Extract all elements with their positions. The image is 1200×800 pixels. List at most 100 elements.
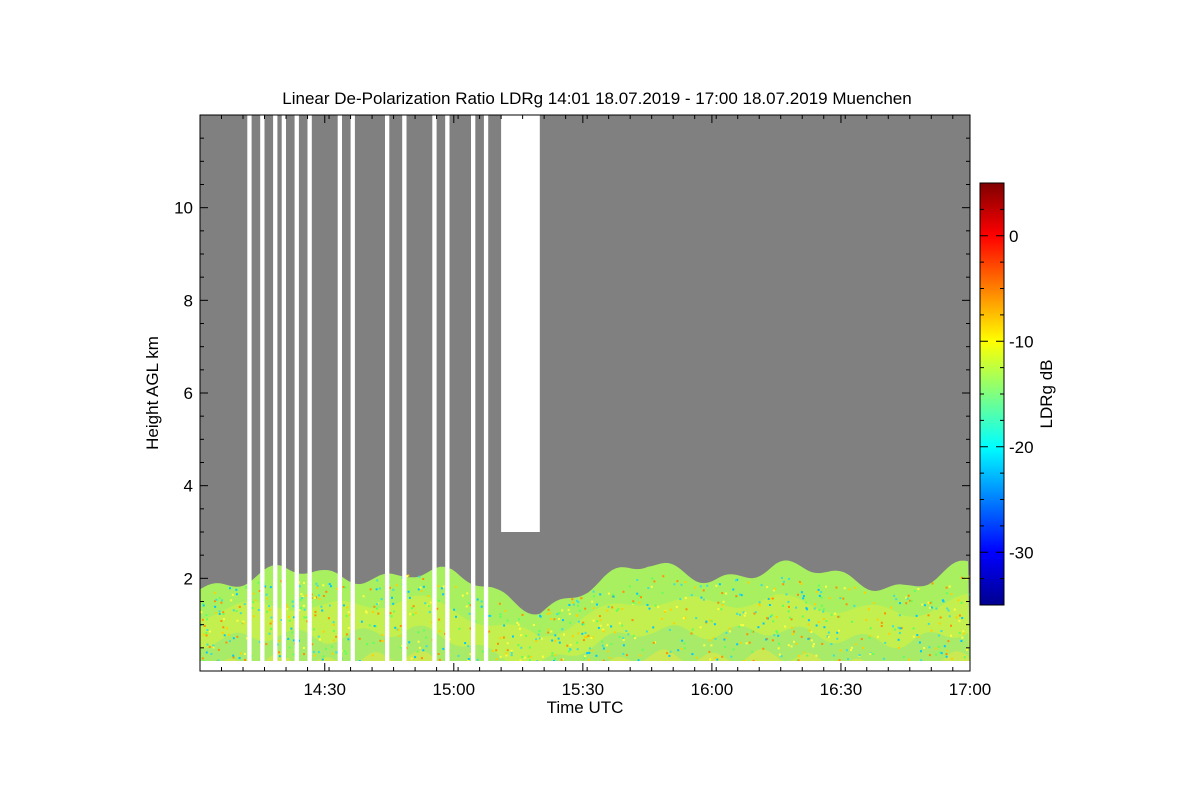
signal-speckle bbox=[510, 654, 513, 657]
signal-speckle bbox=[884, 612, 886, 615]
signal-speckle bbox=[808, 629, 811, 632]
signal-speckle bbox=[317, 594, 320, 597]
signal-speckle bbox=[646, 604, 649, 606]
signal-speckle bbox=[738, 625, 741, 628]
signal-speckle bbox=[228, 640, 231, 643]
signal-speckle bbox=[669, 650, 672, 653]
signal-speckle bbox=[673, 622, 675, 625]
signal-speckle bbox=[801, 615, 804, 618]
signal-speckle bbox=[960, 601, 963, 604]
signal-speckle bbox=[610, 625, 613, 628]
signal-speckle bbox=[939, 616, 942, 619]
signal-speckle bbox=[300, 593, 303, 596]
signal-speckle bbox=[392, 588, 395, 591]
signal-speckle bbox=[222, 611, 225, 614]
signal-speckle bbox=[535, 640, 538, 643]
signal-speckle bbox=[376, 579, 379, 582]
signal-speckle bbox=[428, 611, 431, 614]
signal-speckle bbox=[628, 585, 631, 588]
signal-speckle bbox=[235, 610, 238, 613]
signal-speckle bbox=[945, 586, 948, 589]
signal-speckle bbox=[325, 647, 328, 650]
signal-speckle bbox=[583, 657, 586, 660]
signal-speckle bbox=[853, 604, 856, 607]
signal-speckle bbox=[343, 650, 346, 653]
signal-speckle bbox=[882, 657, 885, 660]
signal-speckle bbox=[520, 634, 523, 637]
signal-speckle bbox=[893, 628, 896, 631]
signal-speckle bbox=[742, 611, 745, 614]
data-gap bbox=[432, 115, 437, 667]
signal-speckle bbox=[765, 638, 767, 641]
signal-speckle bbox=[553, 639, 556, 642]
signal-speckle bbox=[961, 617, 964, 619]
signal-speckle bbox=[651, 577, 654, 580]
signal-speckle bbox=[373, 605, 376, 608]
signal-speckle bbox=[958, 614, 961, 617]
signal-speckle bbox=[769, 597, 772, 600]
signal-speckle bbox=[708, 650, 711, 653]
signal-speckle bbox=[550, 630, 553, 633]
signal-speckle bbox=[303, 653, 305, 656]
signal-speckle bbox=[691, 653, 694, 656]
signal-speckle bbox=[748, 641, 751, 644]
signal-speckle bbox=[313, 628, 315, 631]
signal-speckle bbox=[569, 621, 572, 624]
data-gap bbox=[294, 115, 299, 667]
signal-speckle bbox=[418, 646, 421, 649]
signal-speckle bbox=[345, 633, 348, 636]
signal-speckle bbox=[318, 638, 321, 641]
signal-speckle bbox=[568, 647, 571, 650]
signal-speckle bbox=[584, 631, 587, 634]
signal-speckle bbox=[268, 605, 270, 608]
signal-speckle bbox=[218, 597, 221, 600]
signal-speckle bbox=[397, 628, 400, 631]
signal-speckle bbox=[205, 631, 208, 634]
signal-speckle bbox=[548, 612, 551, 615]
signal-speckle bbox=[412, 613, 415, 616]
signal-speckle bbox=[773, 587, 776, 590]
signal-speckle bbox=[681, 639, 684, 642]
signal-speckle bbox=[235, 588, 238, 591]
signal-speckle bbox=[735, 595, 738, 598]
signal-speckle bbox=[854, 586, 857, 589]
signal-speckle bbox=[368, 624, 371, 627]
signal-speckle bbox=[332, 623, 335, 626]
signal-speckle bbox=[517, 644, 520, 647]
signal-speckle bbox=[820, 604, 823, 607]
signal-speckle bbox=[271, 620, 274, 623]
signal-speckle bbox=[438, 630, 441, 633]
signal-speckle bbox=[554, 657, 556, 660]
signal-speckle bbox=[612, 595, 615, 598]
signal-speckle bbox=[201, 657, 204, 660]
signal-speckle bbox=[738, 593, 741, 596]
signal-speckle bbox=[342, 604, 345, 607]
signal-speckle bbox=[521, 613, 524, 616]
signal-speckle bbox=[945, 592, 948, 595]
signal-speckle bbox=[495, 649, 498, 652]
signal-speckle bbox=[302, 646, 305, 649]
signal-speckle bbox=[257, 609, 260, 611]
signal-speckle bbox=[787, 644, 790, 647]
signal-speckle bbox=[331, 652, 334, 655]
signal-speckle bbox=[303, 616, 306, 619]
signal-speckle bbox=[291, 631, 294, 634]
signal-speckle bbox=[778, 642, 780, 645]
signal-speckle bbox=[302, 604, 305, 607]
signal-speckle bbox=[625, 630, 628, 632]
signal-speckle bbox=[342, 586, 345, 588]
signal-speckle bbox=[610, 643, 613, 646]
signal-speckle bbox=[685, 608, 688, 611]
signal-speckle bbox=[550, 617, 552, 620]
signal-speckle bbox=[652, 626, 655, 629]
data-gap bbox=[337, 115, 342, 667]
signal-speckle bbox=[947, 609, 950, 612]
signal-speckle bbox=[622, 637, 625, 640]
signal-speckle bbox=[720, 608, 723, 611]
signal-speckle bbox=[851, 620, 854, 623]
signal-speckle bbox=[454, 585, 457, 588]
signal-speckle bbox=[497, 642, 499, 645]
signal-speckle bbox=[516, 621, 519, 624]
signal-speckle bbox=[812, 643, 815, 645]
signal-speckle bbox=[502, 636, 505, 639]
